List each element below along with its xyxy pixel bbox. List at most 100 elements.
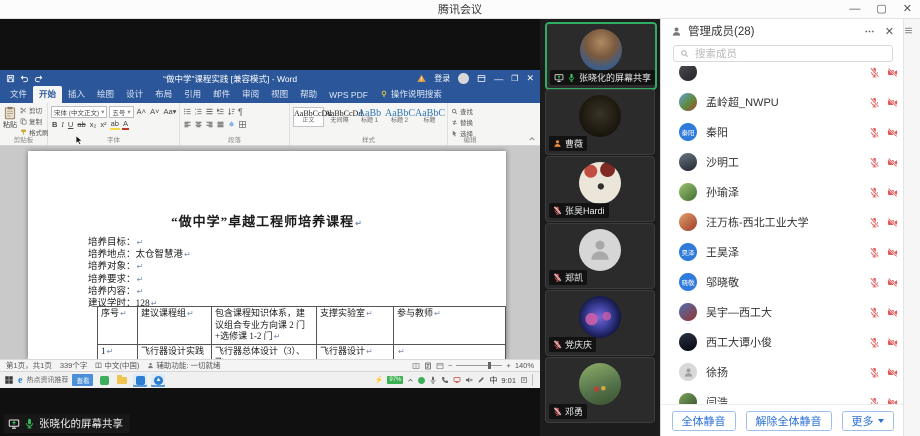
zoom-slider-knob[interactable] xyxy=(488,362,491,369)
word-tab-文件[interactable]: 文件 xyxy=(4,86,33,103)
bold-button[interactable]: B xyxy=(51,120,58,129)
member-row-吴宇—西工大[interactable]: 吴宇—西工大 xyxy=(661,297,904,327)
member-row-邬晓敬[interactable]: 晓敬邬晓敬 xyxy=(661,267,904,297)
word-minimize-icon[interactable]: — xyxy=(494,74,503,84)
member-search-input[interactable] xyxy=(693,47,886,61)
word-tab-插入[interactable]: 插入 xyxy=(62,86,91,103)
underline-button[interactable]: U xyxy=(67,120,74,129)
tray-phone-icon[interactable] xyxy=(441,376,449,384)
account-avatar[interactable] xyxy=(458,73,469,84)
tray-display-icon[interactable] xyxy=(453,376,461,384)
member-camera-off-icon[interactable] xyxy=(887,187,898,198)
member-camera-off-icon[interactable] xyxy=(887,337,898,348)
subscript-button[interactable]: x₂ xyxy=(89,120,98,129)
member-mic-muted-icon[interactable] xyxy=(869,127,880,138)
member-camera-off-icon[interactable] xyxy=(887,67,898,78)
word-count[interactable]: 339个字 xyxy=(60,360,88,371)
redo-icon[interactable] xyxy=(34,74,43,83)
video-tile-张昊Hardi[interactable]: 张昊Hardi xyxy=(545,156,655,222)
bullet-list-icon[interactable] xyxy=(183,107,192,116)
member-row[interactable] xyxy=(661,66,904,87)
style-chip-无间隔[interactable]: AaBbCcDd无间隔 xyxy=(325,108,354,126)
shrink-font-button[interactable]: A˅ xyxy=(149,107,160,116)
word-tab-邮件[interactable]: 邮件 xyxy=(207,86,236,103)
member-camera-off-icon[interactable] xyxy=(887,217,898,228)
mute-all-button[interactable]: 全体静音 xyxy=(672,411,736,431)
member-row-徐扬[interactable]: 徐扬 xyxy=(661,357,904,387)
zoom-in-button[interactable]: + xyxy=(506,361,510,370)
word-restore-icon[interactable]: ❐ xyxy=(511,74,518,83)
video-tile-张晓化的屏幕共享[interactable]: 张晓化的屏幕共享 xyxy=(545,22,657,90)
ime-indicator[interactable]: 中 xyxy=(489,375,497,386)
change-case-button[interactable]: Aa▾ xyxy=(162,107,177,116)
member-camera-off-icon[interactable] xyxy=(887,127,898,138)
show-desktop-button[interactable] xyxy=(532,374,536,386)
style-chip-标题 2[interactable]: AaBbC标题 2 xyxy=(385,108,414,126)
unmute-all-button[interactable]: 解除全体静音 xyxy=(746,411,832,431)
sort-icon[interactable] xyxy=(227,107,236,116)
member-row-闫浩[interactable]: 闫浩 xyxy=(661,387,904,405)
highlight-color-button[interactable]: ab xyxy=(110,119,120,130)
more-button[interactable]: 更多 xyxy=(842,411,894,431)
member-mic-muted-icon[interactable] xyxy=(869,97,880,108)
member-mic-muted-icon[interactable] xyxy=(869,247,880,258)
web-layout-icon[interactable] xyxy=(436,362,444,370)
print-layout-icon[interactable] xyxy=(424,362,432,370)
word-tab-引用[interactable]: 引用 xyxy=(178,86,207,103)
borders-icon[interactable] xyxy=(238,120,247,129)
word-tab-设计[interactable]: 设计 xyxy=(120,86,149,103)
word-tab-视图[interactable]: 视图 xyxy=(265,86,294,103)
taskbar-widget-button[interactable]: 查看 xyxy=(72,374,93,386)
maximize-icon[interactable]: ▢ xyxy=(876,0,886,18)
document-page[interactable]: “做中学”卓越工程师培养课程↵ 培养目标：↵培养地点：太仓智慧港↵培养对象：↵培… xyxy=(28,151,506,359)
member-camera-off-icon[interactable] xyxy=(887,367,898,378)
member-mic-muted-icon[interactable] xyxy=(869,307,880,318)
member-mic-muted-icon[interactable] xyxy=(869,157,880,168)
close-icon[interactable]: ✕ xyxy=(903,0,912,18)
superscript-button[interactable]: x² xyxy=(99,120,107,129)
member-mic-muted-icon[interactable] xyxy=(869,187,880,198)
member-camera-off-icon[interactable] xyxy=(887,247,898,258)
pilcrow-icon[interactable]: ¶ xyxy=(238,107,243,117)
word-tab-帮助[interactable]: 帮助 xyxy=(294,86,323,103)
member-row-孟岭超_NWPU[interactable]: 孟岭超_NWPU xyxy=(661,87,904,117)
collapse-ribbon-icon[interactable] xyxy=(528,135,536,143)
hamburger-menu-icon[interactable] xyxy=(904,26,913,35)
tray-mic-icon[interactable] xyxy=(429,376,437,384)
battery-indicator[interactable]: 97% xyxy=(387,376,403,384)
word-tab-布局[interactable]: 布局 xyxy=(149,86,178,103)
italic-button[interactable]: I xyxy=(60,120,65,129)
tell-me-search[interactable]: 操作说明搜索 xyxy=(374,86,448,103)
word-tab-绘图[interactable]: 绘图 xyxy=(91,86,120,103)
member-mic-muted-icon[interactable] xyxy=(869,277,880,288)
member-row-沙明工[interactable]: 沙明工 xyxy=(661,147,904,177)
grow-font-button[interactable]: A˄ xyxy=(136,107,147,116)
page-indicator[interactable]: 第1页，共1页 xyxy=(6,360,52,371)
member-search-box[interactable] xyxy=(673,45,893,62)
font-color-button[interactable]: A xyxy=(122,119,129,130)
align-right-icon[interactable] xyxy=(205,120,214,129)
zoom-slider[interactable] xyxy=(456,365,502,366)
panel-close-icon[interactable]: ✕ xyxy=(885,25,894,38)
video-tile-党庆庆[interactable]: 党庆庆 xyxy=(545,290,655,356)
style-chip-标题 1[interactable]: AaBb标题 1 xyxy=(355,108,384,126)
start-button-icon[interactable] xyxy=(4,375,14,385)
member-mic-muted-icon[interactable] xyxy=(869,367,880,378)
member-camera-off-icon[interactable] xyxy=(887,307,898,318)
strikethrough-button[interactable]: ab xyxy=(76,120,86,129)
member-mic-muted-icon[interactable] xyxy=(869,217,880,228)
align-center-icon[interactable] xyxy=(194,120,203,129)
member-row-西工大谭小俊[interactable]: 西工大谭小俊 xyxy=(661,327,904,357)
member-mic-muted-icon[interactable] xyxy=(869,67,880,78)
tray-pen-icon[interactable] xyxy=(477,376,485,384)
edge-icon[interactable]: e xyxy=(18,375,22,386)
zoom-level[interactable]: 140% xyxy=(515,361,534,370)
member-camera-off-icon[interactable] xyxy=(887,157,898,168)
undo-icon[interactable] xyxy=(20,74,29,83)
word-tab-开始[interactable]: 开始 xyxy=(33,86,62,103)
accessibility-status[interactable]: 辅助功能: 一切就绪 xyxy=(147,360,220,371)
minimize-icon[interactable]: — xyxy=(849,0,860,18)
zoom-out-button[interactable]: − xyxy=(448,361,452,370)
align-left-icon[interactable] xyxy=(183,120,192,129)
ribbon-display-options-icon[interactable] xyxy=(477,74,486,83)
